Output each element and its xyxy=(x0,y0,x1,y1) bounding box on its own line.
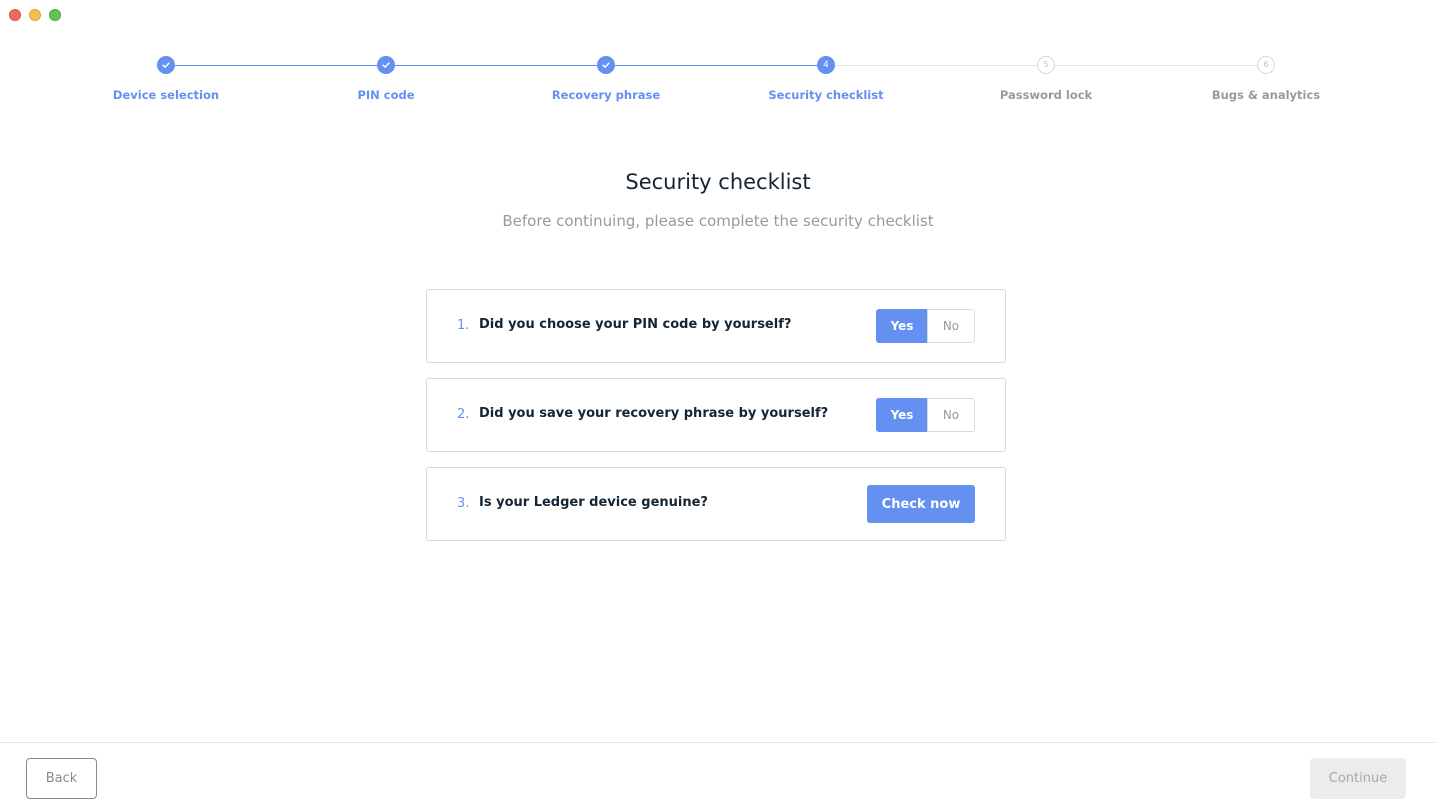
question-text: Is your Ledger device genuine? xyxy=(479,495,708,510)
footer-bar: Back Continue xyxy=(0,742,1436,808)
minimize-window-button[interactable] xyxy=(29,9,41,21)
step-password-lock: 5 Password lock xyxy=(946,56,1146,102)
checklist-item-genuine-check: 3. Is your Ledger device genuine? Check … xyxy=(426,467,1006,541)
yes-button[interactable]: Yes xyxy=(876,398,927,432)
step-label: Recovery phrase xyxy=(551,88,661,102)
close-window-button[interactable] xyxy=(9,9,21,21)
checklist-item-recovery-phrase: 2. Did you save your recovery phrase by … xyxy=(426,378,1006,452)
step-label: Security checklist xyxy=(768,88,884,102)
step-number: 4 xyxy=(817,56,835,74)
step-check-icon xyxy=(377,56,395,74)
question-number: 2. xyxy=(457,407,470,422)
step-label: Password lock xyxy=(999,88,1093,102)
step-number: 6 xyxy=(1257,56,1275,74)
yes-no-toggle: Yes No xyxy=(876,398,975,432)
no-button[interactable]: No xyxy=(927,309,975,343)
step-bugs-analytics: 6 Bugs & analytics xyxy=(1166,56,1366,102)
yes-no-toggle: Yes No xyxy=(876,309,975,343)
yes-button[interactable]: Yes xyxy=(876,309,927,343)
question-number: 1. xyxy=(457,318,470,333)
checklist-item-pin: 1. Did you choose your PIN code by yours… xyxy=(426,289,1006,363)
question-text: Did you save your recovery phrase by you… xyxy=(479,406,829,421)
step-check-icon xyxy=(597,56,615,74)
zoom-window-button[interactable] xyxy=(49,9,61,21)
continue-button[interactable]: Continue xyxy=(1310,758,1406,799)
step-label: Bugs & analytics xyxy=(1211,88,1321,102)
step-device-selection: Device selection xyxy=(66,56,266,102)
question-text: Did you choose your PIN code by yourself… xyxy=(479,317,792,332)
check-now-button[interactable]: Check now xyxy=(867,485,975,523)
step-pin-code: PIN code xyxy=(286,56,486,102)
step-recovery-phrase: Recovery phrase xyxy=(506,56,706,102)
step-label: PIN code xyxy=(357,88,415,102)
question-number: 3. xyxy=(457,496,470,511)
onboarding-stepper: Device selection PIN code Recovery phras… xyxy=(0,56,1436,106)
back-button[interactable]: Back xyxy=(26,758,97,799)
step-security-checklist: 4 Security checklist xyxy=(726,56,926,102)
page-title: Security checklist xyxy=(625,170,811,194)
step-label: Device selection xyxy=(112,88,220,102)
step-check-icon xyxy=(157,56,175,74)
step-number: 5 xyxy=(1037,56,1055,74)
no-button[interactable]: No xyxy=(927,398,975,432)
page-subtitle: Before continuing, please complete the s… xyxy=(502,212,934,230)
window-controls xyxy=(9,9,61,21)
